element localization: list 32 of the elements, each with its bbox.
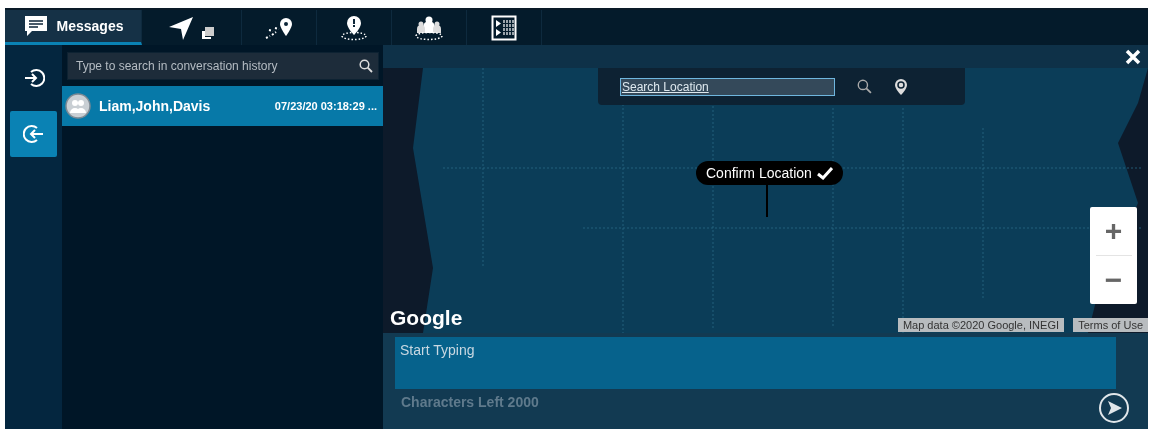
- conversation-time: 07/23/20 03:18:29 ...: [274, 100, 377, 112]
- map-attribution: Map data ©2020 Google, INEGI: [897, 318, 1064, 332]
- sign-in-icon: [22, 67, 45, 89]
- terms-link[interactable]: Terms of Use: [1073, 318, 1148, 332]
- group-avatar-icon: [65, 93, 91, 119]
- message-input[interactable]: Start Typing: [395, 337, 1116, 389]
- conversation-item[interactable]: Liam,John,Davis 07/23/20 03:18:29 ...: [62, 86, 383, 126]
- pin-line: [766, 185, 768, 217]
- close-icon: [1124, 47, 1142, 66]
- zoom-in-button[interactable]: +: [1090, 207, 1137, 255]
- group-with-dotted-ring-icon: [413, 14, 445, 41]
- search-field[interactable]: Type to search in conversation history: [67, 52, 379, 80]
- characters-left-counter: Characters Left 2000: [401, 394, 539, 410]
- map-logo: Google: [390, 306, 463, 330]
- pin-with-dotted-ring-icon: [339, 14, 369, 41]
- checkmark-icon: [816, 166, 833, 180]
- route-pin-icon: [264, 15, 294, 40]
- location-search-field[interactable]: Search Location: [620, 77, 835, 96]
- media-playlist-icon: [491, 14, 517, 41]
- search-icon: [359, 59, 373, 73]
- sign-out-icon: [22, 123, 45, 145]
- confirm-location-button[interactable]: Confirm Location: [696, 161, 843, 185]
- close-button[interactable]: [1124, 47, 1142, 66]
- search-icon[interactable]: [857, 79, 872, 94]
- send-button[interactable]: [1098, 392, 1130, 424]
- chat-bubble-icon: [22, 14, 49, 38]
- zoom-out-button[interactable]: −: [1090, 256, 1137, 304]
- send-icon: [1098, 392, 1130, 424]
- sign-out-button[interactable]: [10, 111, 57, 157]
- location-pin-icon[interactable]: [894, 77, 908, 96]
- messages-tab[interactable]: Messages: [5, 10, 142, 45]
- conversation-name: Liam,John,Davis: [99, 98, 212, 114]
